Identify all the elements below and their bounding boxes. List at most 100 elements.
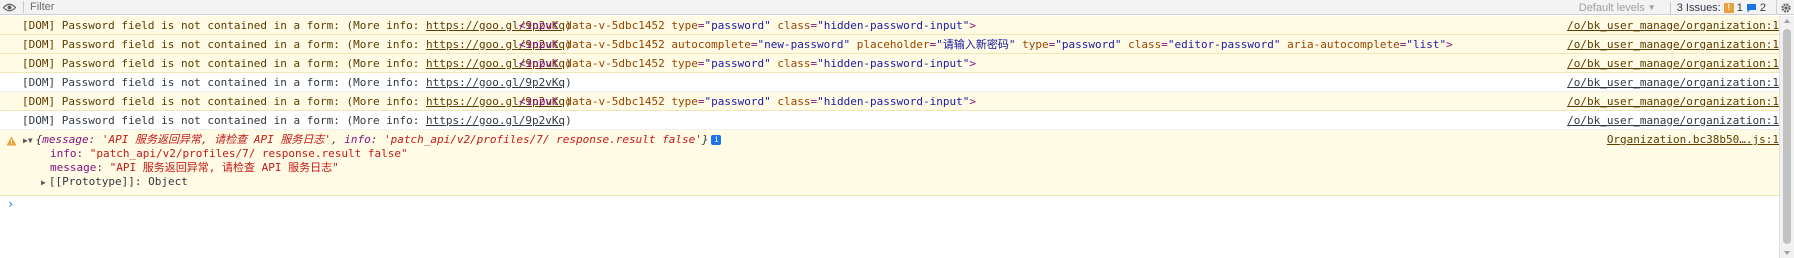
log-row: [DOM] Password field is not contained in…	[0, 111, 1779, 130]
gear-icon[interactable]	[1776, 0, 1794, 15]
dom-element-ref[interactable]: <input data-v-5dbc1452 type="password" c…	[519, 57, 976, 70]
element-attr-name: type	[671, 94, 698, 108]
log-row: [DOM] Password field is not contained in…	[0, 92, 1779, 111]
scroll-up-icon[interactable]	[1784, 19, 1790, 23]
filter-input[interactable]	[30, 0, 330, 14]
message-text: [DOM] Password field is not contained in…	[22, 75, 426, 89]
console-prompt[interactable]: ›	[0, 195, 1779, 213]
prop-value: "patch_api/v2/profiles/7/ response.resul…	[89, 147, 408, 160]
brace: }	[701, 133, 709, 146]
log-message: [DOM] Password field is not contained in…	[22, 57, 572, 70]
element-tag: >	[969, 18, 977, 32]
element-attr-value: "hidden-password-input"	[817, 94, 970, 108]
element-attr-value: "list"	[1406, 38, 1447, 51]
prop-value: 'patch_api/v2/profiles/7/ response.resul…	[383, 133, 702, 146]
element-attr-value: "password"	[704, 18, 771, 32]
eye-icon-svg	[2, 3, 16, 11]
message-text: [DOM] Password field is not contained in…	[22, 113, 426, 127]
source-link[interactable]: /o/bk_user_manage/organization:1	[1567, 19, 1779, 32]
scrollbar-thumb[interactable]	[1783, 29, 1791, 244]
element-tag: <input	[519, 18, 559, 32]
element-attr-name: type	[1022, 38, 1049, 51]
chevron-down-icon: ▼	[1647, 3, 1656, 12]
source-link[interactable]: Organization.bc38b50….js:1	[1607, 133, 1779, 147]
prop-value: 'API 服务返回异常, 请检查 API 服务日志'	[101, 133, 331, 146]
element-attr-value: "请输入新密码"	[936, 38, 1016, 51]
scroll-down-icon[interactable]	[1784, 251, 1790, 255]
source-link[interactable]: /o/bk_user_manage/organization:1	[1567, 95, 1779, 108]
vertical-scrollbar[interactable]	[1779, 16, 1794, 258]
expand-arrow-icon[interactable]: ▶▼	[23, 136, 33, 145]
log-message: [DOM] Password field is not contained in…	[22, 76, 572, 89]
console-toolbar: Default levels ▼ 3 Issues: ! 1 2	[0, 0, 1794, 15]
source-link[interactable]: /o/bk_user_manage/organization:1	[1567, 38, 1779, 51]
prop-key: message:	[50, 161, 103, 174]
prop-key: [[Prototype]]:	[48, 175, 142, 188]
object-warning-message: ▶▼ {message: 'API 服务返回异常, 请检查 API 服务日志', …	[0, 130, 1779, 196]
log-row: [DOM] Password field is not contained in…	[0, 73, 1779, 92]
message-text: [DOM] Password field is not contained in…	[22, 94, 426, 108]
log-row: [DOM] Password field is not contained in…	[0, 16, 1779, 35]
eye-icon[interactable]	[1, 0, 17, 14]
element-attr-name: type	[671, 18, 698, 32]
element-attr-eq: =	[1161, 38, 1168, 51]
element-attr-value: "new-password"	[757, 38, 851, 51]
source-link[interactable]: /o/bk_user_manage/organization:1	[1567, 114, 1779, 127]
more-info-link[interactable]: https://goo.gl/9p2vKq	[426, 114, 565, 127]
element-attr-name: class	[777, 56, 811, 70]
log-message: [DOM] Password field is not contained in…	[22, 19, 572, 32]
message-text: )	[565, 75, 572, 89]
object-property: message: "API 服务返回异常, 请检查 API 服务日志"	[50, 161, 339, 175]
element-tag: <input	[519, 56, 559, 70]
warning-icon	[6, 136, 17, 150]
message-text: [DOM] Password field is not contained in…	[22, 18, 426, 32]
toolbar-right: Default levels ▼ 3 Issues: ! 1 2	[1579, 0, 1794, 15]
element-attr-name: class	[777, 18, 811, 32]
issues-button[interactable]: 3 Issues: ! 1 2	[1677, 2, 1766, 14]
warning-badge-icon: !	[1723, 2, 1734, 13]
message-text: )	[565, 113, 572, 127]
object-summary[interactable]: ▶▼ {message: 'API 服务返回异常, 请检查 API 服务日志', …	[23, 133, 722, 147]
element-tag: >	[969, 56, 977, 70]
element-attr-name: autocomplete	[671, 38, 751, 51]
prototype-property[interactable]: ▶ [[Prototype]]: Object	[41, 175, 188, 189]
element-attr-name: class	[1128, 38, 1162, 51]
default-levels-dropdown[interactable]: Default levels ▼	[1579, 2, 1656, 14]
warn-count: 1	[1736, 1, 1743, 14]
info-icon[interactable]: i	[711, 135, 722, 145]
element-attr-name: class	[777, 94, 811, 108]
element-attr-name: data-v-5dbc1452	[565, 18, 665, 32]
element-attr-value: "password"	[704, 94, 771, 108]
log-message: [DOM] Password field is not contained in…	[22, 38, 572, 51]
log-message: [DOM] Password field is not contained in…	[22, 95, 572, 108]
more-info-link[interactable]: https://goo.gl/9p2vKq	[426, 76, 565, 89]
prop-value: "API 服务返回异常, 请检查 API 服务日志"	[109, 161, 339, 174]
element-attr-value: "hidden-password-input"	[817, 18, 970, 32]
prop-value: Object	[148, 175, 188, 188]
prop-key: message:	[42, 133, 96, 146]
console-messages: [DOM] Password field is not contained in…	[0, 16, 1779, 196]
element-tag: <input	[519, 94, 559, 108]
source-link[interactable]: /o/bk_user_manage/organization:1	[1567, 76, 1779, 89]
element-tag: >	[1446, 38, 1453, 51]
prop-key: info:	[50, 147, 84, 160]
dom-element-ref[interactable]: <input data-v-5dbc1452 type="password" c…	[519, 95, 976, 108]
separator: ,	[330, 133, 345, 146]
element-attr-value: "hidden-password-input"	[817, 56, 970, 70]
toolbar-divider	[1669, 1, 1671, 14]
source-link[interactable]: /o/bk_user_manage/organization:1	[1567, 57, 1779, 70]
object-property: info: "patch_api/v2/profiles/7/ response…	[50, 147, 408, 161]
dom-element-ref[interactable]: <input data-v-5dbc1452 type="password" c…	[519, 19, 976, 32]
element-attr-value: "editor-password"	[1167, 38, 1281, 51]
expand-arrow-icon[interactable]: ▶	[41, 178, 46, 187]
element-attr-name: type	[671, 56, 698, 70]
element-attr-name: data-v-5dbc1452	[565, 38, 665, 51]
message-badge-icon	[1746, 3, 1757, 13]
element-attr-name: placeholder	[856, 38, 930, 51]
dom-element-ref[interactable]: <input data-v-5dbc1452 autocomplete = "new…	[519, 36, 1453, 52]
element-attr-value: "password"	[1055, 38, 1122, 51]
log-row: [DOM] Password field is not contained in…	[0, 35, 1779, 54]
element-attr-name: aria-autocomplete	[1287, 38, 1400, 51]
prompt-chevron-icon: ›	[7, 197, 15, 211]
default-levels-label: Default levels	[1578, 1, 1645, 14]
